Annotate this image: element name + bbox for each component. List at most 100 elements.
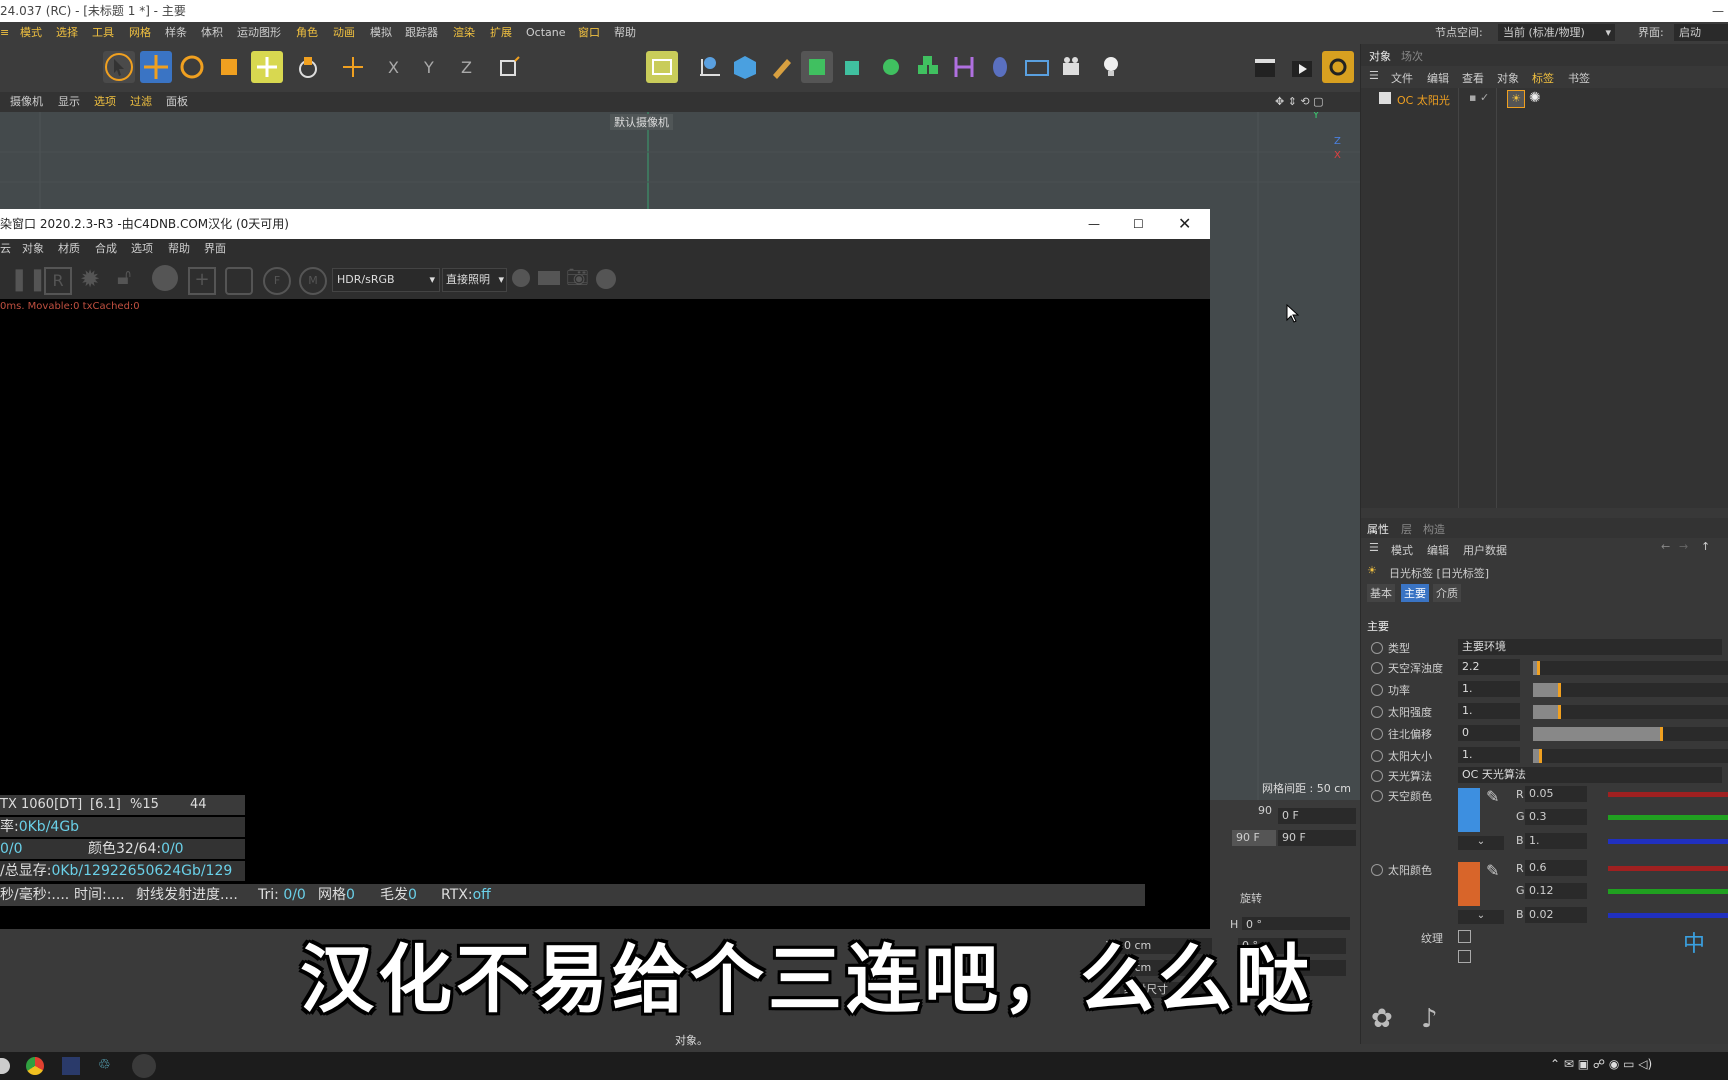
restart-render-icon[interactable]: R [44,267,72,295]
kernel-select[interactable]: 直接照明 ▾ [442,268,507,292]
search-icon[interactable] [0,1058,10,1074]
hamburger-icon[interactable]: ☰ [1369,69,1379,82]
sun-r-slider[interactable] [1608,866,1728,871]
turbidity-slider[interactable] [1533,661,1728,675]
tab-structure[interactable]: 构造 [1423,521,1445,537]
animate-toggle-icon[interactable] [1371,706,1383,718]
preview-sphere-icon[interactable] [512,269,530,287]
animate-toggle-icon[interactable] [1371,728,1383,740]
timeline-end-frame[interactable]: 90 F [1232,830,1276,846]
add-region-icon[interactable]: + [188,267,216,295]
list-item[interactable]: OC 太阳光 ▪ ✓ ☀ ✺ [1369,90,1728,108]
system-tray-icons[interactable]: ⌃ ✉ ▣ ☍ ◉ ▭ ◁) [1550,1057,1652,1071]
sky-color-swatch[interactable] [1458,788,1480,832]
pen-button[interactable] [765,51,797,83]
sun-b-slider[interactable] [1608,913,1728,918]
menu-item-spline[interactable]: 样条 [165,22,187,44]
channel-icon[interactable] [596,269,616,289]
rw-menu-options[interactable]: 选项 [131,239,153,259]
preview-plane-icon[interactable] [538,271,560,285]
app-icon[interactable]: ♲ [98,1057,116,1075]
render-settings-button[interactable] [1322,51,1354,83]
region-icon[interactable] [225,267,253,295]
north-offset-field[interactable]: 0 [1458,725,1520,741]
rw-menu-material[interactable]: 材质 [58,239,80,259]
sun-size-field[interactable]: 1. [1458,747,1520,763]
tab-objects[interactable]: 对象 [1369,48,1391,64]
x-axis-lock-button[interactable]: X [382,51,414,83]
om-menu-object[interactable]: 对象 [1497,70,1519,86]
sky-b-slider[interactable] [1608,839,1728,844]
render-to-picture-viewer-button[interactable] [1286,51,1318,83]
tab-layers[interactable]: 层 [1401,521,1412,537]
sky-model-dropdown[interactable]: OC 天光算法 [1458,767,1722,783]
sky-g-slider[interactable] [1608,815,1728,820]
subtab-medium[interactable]: 介质 [1433,584,1461,602]
subtab-main[interactable]: 主要 [1401,584,1429,602]
cloner-button[interactable] [875,51,907,83]
power-field[interactable]: 1. [1458,681,1520,697]
animate-toggle-icon[interactable] [1371,684,1383,696]
material-ball-icon[interactable] [152,265,178,291]
chrome-icon[interactable] [26,1057,44,1075]
menu-item-mode[interactable]: 模式 [20,22,42,44]
layout-select[interactable]: 启动 [1674,24,1728,41]
menu-item-tracker[interactable]: 跟踪器 [405,22,438,44]
attr-menu-userdata[interactable]: 用户数据 [1463,542,1507,558]
sky-b-field[interactable]: 1. [1525,833,1587,849]
move-tool-button[interactable] [140,51,172,83]
eyedropper-icon[interactable]: ✎ [1486,787,1499,806]
close-icon[interactable]: ✕ [1178,209,1191,239]
chevron-down-icon[interactable]: ⌄ [1458,910,1504,924]
animate-toggle-icon[interactable] [1371,642,1383,654]
node-space-select[interactable]: 当前 (标准/物理) ▾ [1498,24,1615,41]
slider-handle[interactable] [1660,727,1663,741]
sun-g-field[interactable]: 0.12 [1525,883,1587,899]
attr-menu-edit[interactable]: 编辑 [1427,542,1449,558]
timeline-current-frame[interactable]: 0 F [1278,808,1356,824]
sun-color-swatch[interactable] [1458,862,1480,906]
menu-item-select[interactable]: 选择 [56,22,78,44]
chevron-down-icon[interactable]: ⌄ [1458,836,1504,850]
rotate-tool-button[interactable] [176,51,208,83]
extrude-button[interactable] [837,51,869,83]
menu-item-render[interactable]: 渲染 [453,22,475,44]
sun-intensity-field[interactable]: 1. [1458,703,1520,719]
option-checkbox[interactable] [1458,950,1471,963]
maximize-icon[interactable]: ☐ [1133,209,1144,239]
viewport-menu-camera[interactable]: 摄像机 [10,92,43,112]
menu-item-simulate[interactable]: 模拟 [370,22,392,44]
ime-indicator[interactable]: 中 [1683,926,1705,958]
render-active-view-button[interactable] [1249,51,1281,83]
slider-handle[interactable] [1558,705,1561,719]
lock-icon[interactable]: 🔓︎ [117,265,131,290]
up-arrow-icon[interactable]: ↑ [1701,540,1710,553]
menu-item-window[interactable]: 窗口 [578,22,600,44]
z-axis-lock-button[interactable]: Z [455,51,487,83]
y-axis-lock-button[interactable]: Y [418,51,450,83]
render-canvas[interactable]: 0ms. Movable:0 txCached:0 TX 1060[DT] [6… [0,299,1210,929]
sky-g-field[interactable]: 0.3 [1525,809,1587,825]
color-space-select[interactable]: HDR/sRGB ▾ [332,268,440,292]
slider-handle[interactable] [1558,683,1561,697]
attr-menu-mode[interactable]: 模式 [1391,542,1413,558]
sky-r-field[interactable]: 0.05 [1525,786,1587,802]
minimize-icon[interactable]: — [1088,209,1100,239]
recent-tool-button[interactable] [292,51,324,83]
animate-toggle-icon[interactable] [1371,750,1383,762]
animate-toggle-icon[interactable] [1371,770,1383,782]
tab-attributes[interactable]: 属性 [1367,521,1389,537]
menu-item-mograph[interactable]: 运动图形 [237,22,281,44]
floor-button[interactable] [694,51,726,83]
menu-item-help[interactable]: 帮助 [614,22,636,44]
rw-menu-compose[interactable]: 合成 [95,239,117,259]
cube-button[interactable] [729,51,761,83]
forward-arrow-icon[interactable]: → [1679,540,1688,553]
coordinate-system-button[interactable] [493,51,525,83]
light-button[interactable] [1095,51,1127,83]
material-picker-icon[interactable]: M [299,267,327,295]
sun-b-field[interactable]: 0.02 [1525,907,1587,923]
camera-button[interactable] [1057,51,1089,83]
rw-menu-help[interactable]: 帮助 [168,239,190,259]
select-tool-button[interactable] [103,51,135,83]
